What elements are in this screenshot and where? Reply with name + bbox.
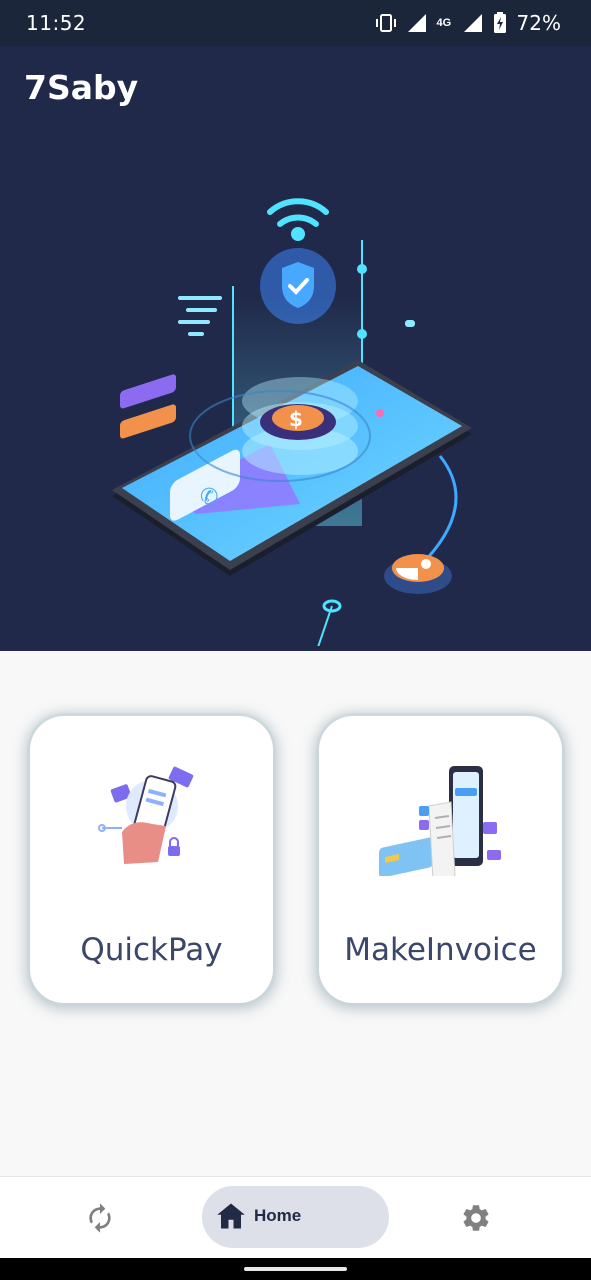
refresh-icon[interactable] [84,1202,116,1234]
bottom-nav: Home [0,1176,591,1258]
pie-chart-icon [384,554,452,594]
battery-percent: 72% [516,11,561,35]
vibrate-icon [375,14,396,32]
home-icon [217,1203,245,1229]
nav-home-label: Home [254,1206,302,1225]
invoice-illustration [378,766,501,876]
gesture-bar [0,1258,591,1280]
svg-text:$: $ [289,407,303,431]
svg-text:✆: ✆ [200,485,218,510]
nav-home-button[interactable]: Home [202,1186,389,1248]
app-title: 7Saby [24,68,139,107]
makeinvoice-card[interactable]: MakeInvoice [319,716,562,1003]
settings-icon[interactable] [460,1202,492,1234]
status-icons: 4G 72% [375,10,561,36]
wifi-icon [267,198,329,241]
main-content: QuickPay MakeInvoice [0,651,591,1176]
signal-icon [463,14,482,32]
dollar-coin-icon: $ [260,404,336,440]
quickpay-label: QuickPay [80,932,223,968]
app-header: 7Saby ✆ $ [0,46,591,651]
network-4g-icon: 4G [436,16,452,29]
hero-illustration: ✆ $ [112,198,472,646]
quickpay-illustration [97,766,193,864]
makeinvoice-label: MakeInvoice [344,932,537,968]
gesture-handle[interactable] [244,1267,347,1271]
battery-charging-icon [493,12,506,33]
signal-icon [407,14,426,32]
quickpay-card[interactable]: QuickPay [30,716,273,1003]
status-bar: 11:52 4G 72% [0,0,591,46]
status-time: 11:52 [26,11,87,35]
